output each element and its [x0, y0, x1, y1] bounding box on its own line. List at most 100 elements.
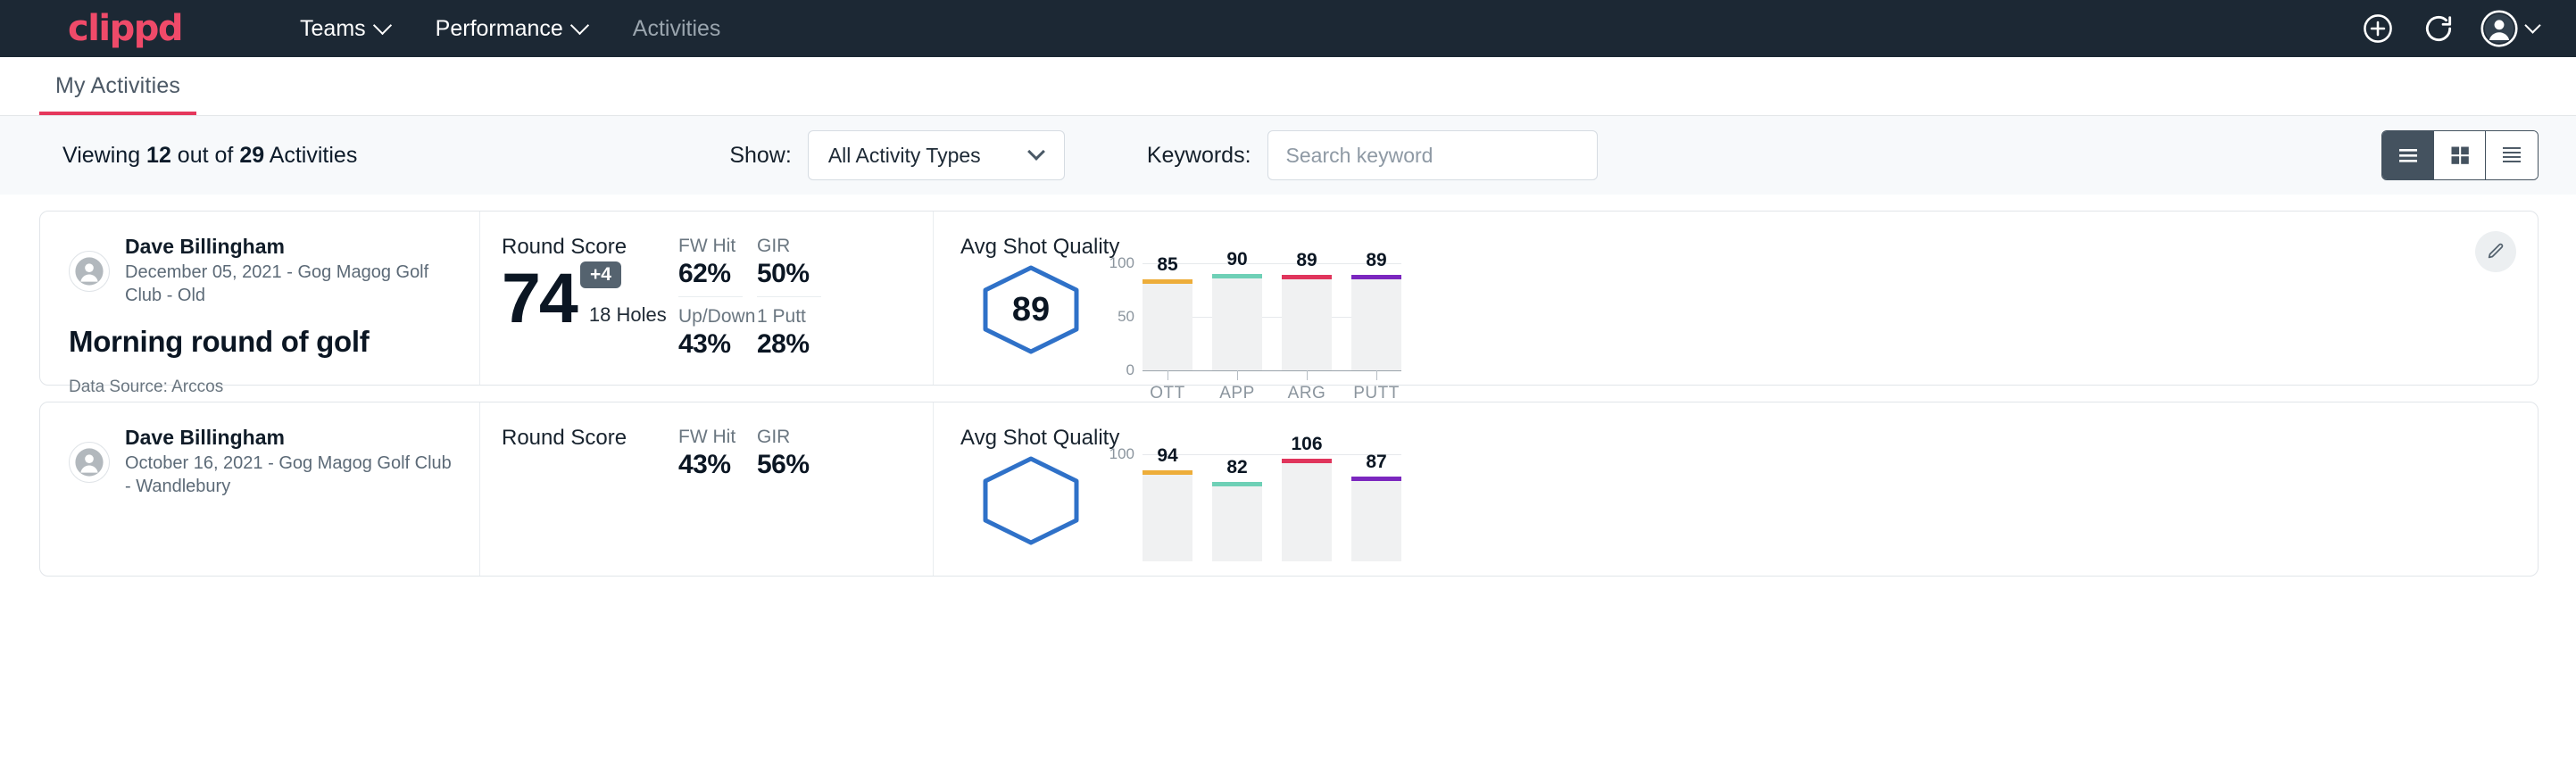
bar-value-app: 82 — [1212, 457, 1262, 478]
bar-column-arg: 106 — [1282, 454, 1332, 561]
avatar — [69, 442, 110, 483]
bar-value-putt: 89 — [1351, 250, 1401, 271]
round-score-section: Round Score — [480, 402, 678, 576]
chart-bars: 94 82 106 — [1143, 454, 1401, 561]
chevron-down-icon — [373, 15, 392, 34]
stat-label: FW Hit — [678, 426, 757, 448]
shot-quality-chart: 100 50 0 85 — [1143, 263, 1401, 370]
grid-view-button[interactable] — [2434, 131, 2486, 179]
viewing-mid: out of — [171, 143, 239, 168]
activity-author: Dave Billingham December 05, 2021 - Gog … — [69, 235, 453, 307]
bar-value-ott: 94 — [1143, 445, 1192, 467]
avg-shot-quality-section: Avg Shot Quality 100 — [934, 402, 2538, 576]
search-input-wrap[interactable] — [1267, 130, 1598, 180]
bar-app — [1212, 482, 1262, 561]
filter-toolbar: Viewing 12 out of 29 Activities Show: Al… — [0, 116, 2576, 195]
stat-one-putt: 1 Putt 28% — [757, 305, 850, 360]
stat-value: 50% — [757, 259, 850, 289]
chart-x-axis: OTT APP ARG PUTT — [1143, 370, 1401, 403]
x-label: APP — [1219, 384, 1255, 403]
bar-arg — [1282, 275, 1332, 370]
plus-circle-icon[interactable] — [2359, 10, 2397, 47]
chevron-down-icon — [1027, 143, 1045, 161]
stat-value: 43% — [678, 329, 757, 360]
tab-my-activities[interactable]: My Activities — [39, 73, 196, 115]
bar-cap — [1212, 482, 1262, 486]
activity-meta: October 16, 2021 - Gog Magog Golf Club -… — [125, 452, 453, 498]
clippd-logo[interactable]: clippd — [68, 11, 182, 46]
show-label: Show: — [729, 143, 791, 169]
activity-title: Morning round of golf — [69, 325, 453, 359]
bar-cap — [1143, 470, 1192, 475]
compact-view-button[interactable] — [2486, 131, 2538, 179]
keywords-label: Keywords: — [1147, 143, 1251, 169]
round-score-value: 74 — [502, 265, 577, 330]
stat-fw-hit: FW Hit 43% — [678, 426, 757, 480]
bar-column-arg: 89 — [1282, 263, 1332, 370]
activity-info: Dave Billingham December 05, 2021 - Gog … — [40, 212, 480, 385]
tick-mark — [1237, 370, 1238, 380]
player-name: Dave Billingham — [125, 426, 453, 449]
x-tick-arg: ARG — [1282, 370, 1332, 403]
activity-card[interactable]: Dave Billingham December 05, 2021 - Gog … — [39, 211, 2539, 386]
bar-value-arg: 89 — [1282, 250, 1332, 271]
nav-item-activities-label: Activities — [633, 16, 721, 42]
nav-item-activities[interactable]: Activities — [610, 16, 744, 42]
nav-item-teams[interactable]: Teams — [277, 16, 412, 42]
activity-list: Dave Billingham December 05, 2021 - Gog … — [0, 211, 2576, 577]
activity-type-select[interactable]: All Activity Types — [808, 130, 1065, 180]
y-tick-100: 100 — [1109, 254, 1134, 272]
bar-app — [1212, 274, 1262, 370]
stat-up-down: Up/Down 43% — [678, 305, 757, 360]
x-tick-putt: PUTT — [1351, 370, 1401, 403]
y-tick-0: 0 — [1126, 361, 1134, 379]
x-tick-app: APP — [1212, 370, 1262, 403]
stat-value: 56% — [757, 450, 850, 480]
bar-value-putt: 87 — [1351, 452, 1401, 473]
avg-shot-quality-section: Avg Shot Quality 89 100 50 0 — [934, 212, 2538, 385]
nav-item-performance[interactable]: Performance — [412, 16, 610, 42]
bar-column-ott: 85 — [1143, 263, 1192, 370]
divider — [757, 296, 821, 297]
bar-cap — [1351, 477, 1401, 481]
refresh-icon[interactable] — [2420, 10, 2457, 47]
x-label: ARG — [1288, 384, 1326, 403]
x-label: PUTT — [1353, 384, 1400, 403]
account-avatar-icon[interactable] — [2480, 10, 2518, 47]
stat-label: FW Hit — [678, 235, 757, 257]
main-nav: Teams Performance Activities — [277, 16, 744, 42]
viewing-count: 12 — [146, 143, 171, 168]
round-score-label: Round Score — [502, 235, 678, 260]
bar-value-ott: 85 — [1143, 254, 1192, 276]
y-tick-50: 50 — [1118, 308, 1134, 326]
stats-grid: FW Hit 43% GIR 56% — [678, 402, 934, 576]
person-avatar-icon — [74, 256, 104, 286]
viewing-count-text: Viewing 12 out of 29 Activities — [62, 143, 357, 169]
chevron-down-icon — [2524, 17, 2540, 33]
bar-column-app: 90 — [1212, 263, 1262, 370]
activity-meta: December 05, 2021 - Gog Magog Golf Club … — [125, 261, 453, 307]
player-name: Dave Billingham — [125, 235, 453, 258]
search-input[interactable] — [1286, 144, 1579, 168]
nav-item-teams-label: Teams — [300, 16, 366, 42]
activity-card[interactable]: Dave Billingham October 16, 2021 - Gog M… — [39, 402, 2539, 577]
bar-cap — [1351, 275, 1401, 279]
list-view-button[interactable] — [2382, 131, 2434, 179]
stats-grid: FW Hit 62% GIR 50% Up/Down 43% 1 Putt 28… — [678, 212, 934, 385]
header-actions — [2359, 10, 2539, 47]
pencil-icon — [2486, 242, 2505, 261]
edit-activity-button[interactable] — [2475, 231, 2516, 272]
account-menu[interactable] — [2480, 10, 2539, 47]
page-tabs: My Activities — [0, 57, 2576, 116]
activity-type-select-value: All Activity Types — [828, 144, 1030, 168]
shot-quality-hexagon: 89 — [978, 263, 1084, 356]
chart-bars: 85 90 89 — [1143, 263, 1401, 370]
stat-value: 28% — [757, 329, 850, 360]
bar-cap — [1143, 279, 1192, 284]
list-view-icon — [2397, 145, 2420, 165]
app-header: clippd Teams Performance Activities — [0, 0, 2576, 57]
nav-item-performance-label: Performance — [436, 16, 563, 42]
chevron-down-icon — [570, 15, 589, 34]
stat-value: 43% — [678, 450, 757, 480]
tick-mark — [1307, 370, 1308, 380]
